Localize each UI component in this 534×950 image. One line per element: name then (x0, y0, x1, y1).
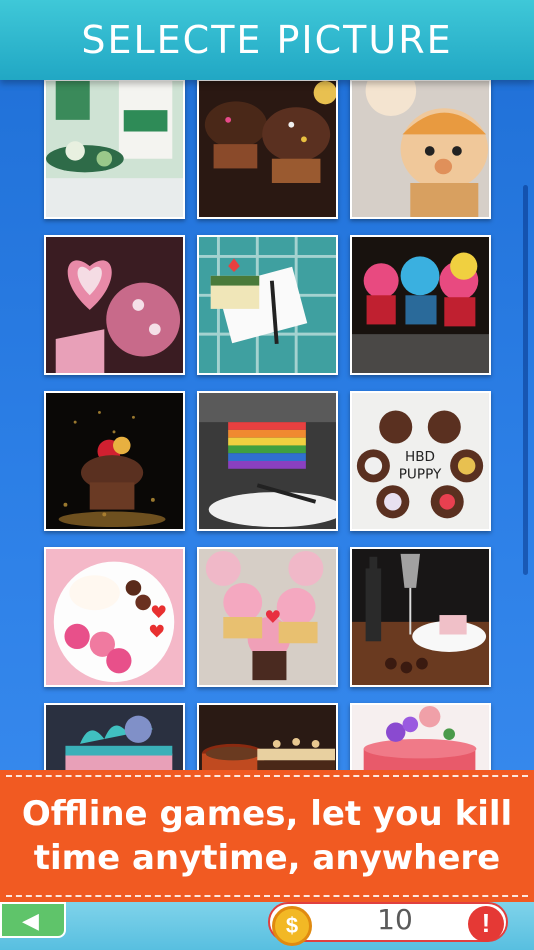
picture-pink-cupcakes[interactable] (197, 547, 338, 687)
picture-matcha-cake-slice[interactable] (197, 235, 338, 375)
picture-swirl-cupcakes[interactable] (350, 235, 491, 375)
grid-scrollbar[interactable] (523, 185, 528, 575)
picture-coffee-cake[interactable] (197, 703, 338, 770)
picture-green-cookies[interactable] (44, 80, 185, 219)
hbd-text: HBD (405, 449, 435, 465)
picture-hbd-puppy-cupcakes[interactable]: HBD PUPPY (350, 391, 491, 531)
header-bar: SELECTE PICTURE (0, 0, 534, 80)
picture-pink-flower-cake[interactable] (350, 703, 491, 770)
picture-teal-layer-cake[interactable] (44, 703, 185, 770)
picture-chocolate-cupcakes[interactable] (197, 80, 338, 219)
picture-grid-scroll-area[interactable]: HBD PUPPY (0, 80, 534, 770)
puppy-text: PUPPY (399, 466, 442, 482)
picture-macaron-plate[interactable] (44, 547, 185, 687)
picture-wine-dessert[interactable] (350, 547, 491, 687)
back-button[interactable]: ◀ (0, 902, 66, 938)
page-title: SELECTE PICTURE (81, 18, 453, 62)
coin-icon: $ (272, 906, 312, 946)
banner-line-2: time anytime, anywhere (33, 838, 501, 878)
coin-count: 10 (377, 903, 413, 936)
banner-line-1: Offline games, let you kill (21, 794, 513, 834)
add-coins-button[interactable]: ! (468, 906, 504, 942)
picture-gold-dust-cupcake[interactable] (44, 391, 185, 531)
picture-heart-cookies[interactable] (44, 235, 185, 375)
picture-grid: HBD PUPPY (44, 80, 492, 770)
back-arrow-icon: ◀ (22, 908, 39, 933)
picture-rainbow-cake[interactable] (197, 391, 338, 531)
picture-bear-cupcake[interactable] (350, 80, 491, 219)
promo-banner: Offline games, let you kill time anytime… (0, 770, 534, 902)
